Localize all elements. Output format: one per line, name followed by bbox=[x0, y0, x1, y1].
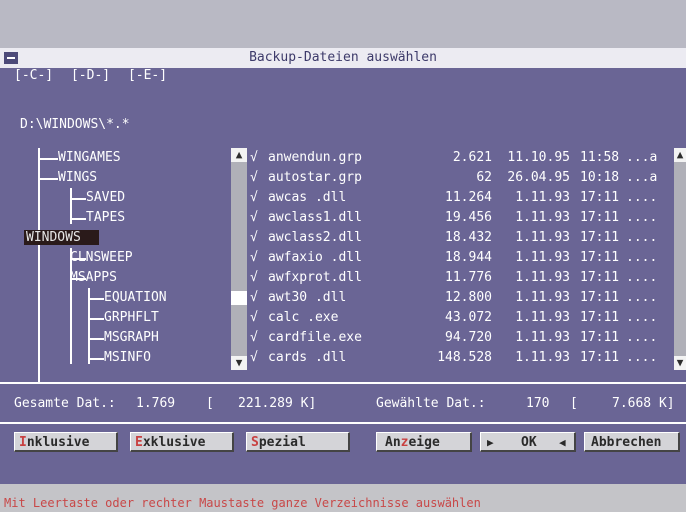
total-size: 221.289 K] bbox=[238, 396, 317, 411]
file-row[interactable]: √ cardfile.exe 94.720 1.11.93 17:11.... bbox=[248, 328, 673, 348]
drive-selector: [-C-] [-D-] [-E-] bbox=[14, 68, 177, 83]
arrow-left-icon: ◀ bbox=[559, 436, 566, 449]
tree-connector bbox=[88, 298, 104, 300]
tree-trunk-line bbox=[38, 148, 40, 383]
tree-item-tapes[interactable]: TAPES bbox=[86, 208, 125, 228]
tree-item-msgraph[interactable]: MSGRAPH bbox=[104, 328, 159, 348]
total-bracket: [ bbox=[206, 396, 214, 411]
arrow-right-icon: ▶ bbox=[487, 436, 494, 449]
file-row[interactable]: √ awclass2.dll 18.432 1.11.93 17:11.... bbox=[248, 228, 673, 248]
check-icon[interactable]: √ bbox=[250, 208, 258, 228]
tree-connector bbox=[38, 178, 58, 180]
check-icon[interactable]: √ bbox=[250, 348, 258, 368]
tree-item-saved[interactable]: SAVED bbox=[86, 188, 125, 208]
selected-files-label: Gewählte Dat.: bbox=[376, 396, 486, 411]
drive-e-button[interactable]: [-E-] bbox=[128, 68, 167, 83]
tree-item-grphflt[interactable]: GRPHFLT bbox=[104, 308, 159, 328]
file-row[interactable]: √ calc .exe 43.072 1.11.93 17:11.... bbox=[248, 308, 673, 328]
file-row[interactable]: √ awclass1.dll 19.456 1.11.93 17:11.... bbox=[248, 208, 673, 228]
divider bbox=[0, 382, 686, 384]
check-icon[interactable]: √ bbox=[250, 228, 258, 248]
file-row[interactable]: √ awt30 .dll 12.800 1.11.93 17:11.... bbox=[248, 288, 673, 308]
tree-item-msapps[interactable]: MSAPPS bbox=[70, 268, 117, 288]
check-icon[interactable]: √ bbox=[250, 188, 258, 208]
exklusive-button[interactable]: Exklusive bbox=[130, 432, 234, 452]
ok-button[interactable]: ▶ OK ◀ bbox=[480, 432, 576, 452]
tree-item-equation[interactable]: EQUATION bbox=[104, 288, 167, 308]
check-icon[interactable]: √ bbox=[250, 308, 258, 328]
tree-item-clnsweep[interactable]: CLNSWEEP bbox=[70, 248, 133, 268]
total-files-label: Gesamte Dat.: bbox=[14, 396, 116, 411]
top-margin bbox=[0, 0, 686, 48]
file-row[interactable]: √ anwendun.grp 2.621 11.10.95 11:58 ...a bbox=[248, 148, 673, 168]
directory-tree: WINGAMES WINGS SAVED TAPES WINDOWS CLNSW… bbox=[24, 148, 223, 383]
file-list: √ anwendun.grp 2.621 11.10.95 11:58 ...a √ aut… bbox=[248, 148, 673, 368]
tree-connector bbox=[38, 158, 58, 160]
file-row[interactable]: √ awfxprot.dll 11.776 1.11.93 17:11.... bbox=[248, 268, 673, 288]
selected-bracket: [ bbox=[570, 396, 578, 411]
tree-item-msinfo[interactable]: MSINFO bbox=[104, 348, 151, 368]
tree-connector bbox=[70, 198, 86, 200]
anzeige-button[interactable]: Anzeige bbox=[376, 432, 472, 452]
file-row[interactable]: √ cards .dll 148.528 1.11.93 17:11.... bbox=[248, 348, 673, 368]
tree-item-wings[interactable]: WINGS bbox=[58, 168, 97, 188]
current-path: D:\WINDOWS\*.* bbox=[20, 117, 130, 132]
scroll-up-arrow-icon[interactable]: ▲ bbox=[674, 148, 686, 162]
tree-connector bbox=[88, 318, 104, 320]
abbrechen-button[interactable]: Abbrechen bbox=[584, 432, 680, 452]
drive-c-button[interactable]: [-C-] bbox=[14, 68, 53, 83]
tree-connector bbox=[88, 338, 104, 340]
file-row[interactable]: √ awfaxio .dll 18.944 1.11.93 17:11.... bbox=[248, 248, 673, 268]
check-icon[interactable]: √ bbox=[250, 148, 258, 168]
inklusive-button[interactable]: Inklusive bbox=[14, 432, 118, 452]
tree-item-wingames[interactable]: WINGAMES bbox=[58, 148, 121, 168]
scroll-up-arrow-icon[interactable]: ▲ bbox=[231, 148, 247, 162]
spezial-button[interactable]: Spezial bbox=[246, 432, 350, 452]
total-files-count: 1.769 bbox=[136, 396, 176, 411]
check-icon[interactable]: √ bbox=[250, 248, 258, 268]
check-icon[interactable]: √ bbox=[250, 328, 258, 348]
scroll-down-arrow-icon[interactable]: ▼ bbox=[231, 356, 247, 370]
drive-d-button[interactable]: [-D-] bbox=[71, 68, 110, 83]
file-row[interactable]: √ awcas .dll 11.264 1.11.93 17:11.... bbox=[248, 188, 673, 208]
tree-item-windows[interactable]: WINDOWS bbox=[24, 228, 99, 248]
scroll-thumb[interactable] bbox=[231, 291, 247, 305]
check-icon[interactable]: √ bbox=[250, 288, 258, 308]
selected-size: 7.668 K] bbox=[612, 396, 675, 411]
window-title: Backup-Dateien auswählen bbox=[249, 50, 437, 65]
tree-connector bbox=[70, 218, 86, 220]
file-row[interactable]: √ autostar.grp 62 26.04.95 10:18 ...a bbox=[248, 168, 673, 188]
file-list-scrollbar[interactable]: ▲ ▼ bbox=[231, 148, 247, 370]
selected-files-count: 170 bbox=[526, 396, 550, 411]
right-scrollbar[interactable]: ▲ ▼ bbox=[674, 148, 686, 370]
summary-bar: Gesamte Dat.: 1.769 [ 221.289 K] Gewählt… bbox=[0, 396, 686, 416]
check-icon[interactable]: √ bbox=[250, 168, 258, 188]
check-icon[interactable]: √ bbox=[250, 268, 258, 288]
divider bbox=[0, 422, 686, 424]
tree-connector bbox=[88, 358, 104, 360]
status-hint: Mit Leertaste oder rechter Maustaste gan… bbox=[4, 496, 481, 510]
scroll-down-arrow-icon[interactable]: ▼ bbox=[674, 356, 686, 370]
